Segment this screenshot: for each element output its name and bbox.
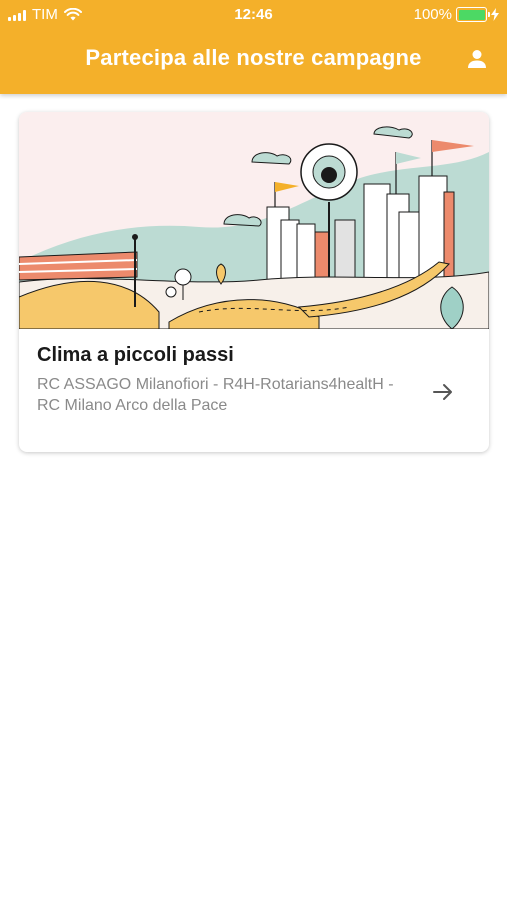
app-header: TIM 12:46 100% Partecipa alle nostre cam… — [0, 0, 507, 94]
battery-icon — [456, 7, 490, 22]
charging-icon — [491, 8, 499, 21]
campaign-subtitle: RC ASSAGO Milanofiori - R4H-Rotarians4he… — [37, 376, 394, 414]
status-bar: TIM 12:46 100% — [0, 0, 507, 28]
person-icon[interactable] — [465, 47, 489, 71]
campaign-card[interactable]: Clima a piccoli passi RC ASSAGO Milanofi… — [19, 112, 489, 452]
battery-percent: 100% — [413, 6, 452, 23]
page-title: Partecipa alle nostre campagne — [85, 45, 422, 70]
arrow-right-icon[interactable] — [431, 380, 455, 404]
campaign-illustration — [19, 112, 489, 329]
campaign-title: Clima a piccoli passi — [37, 344, 234, 366]
